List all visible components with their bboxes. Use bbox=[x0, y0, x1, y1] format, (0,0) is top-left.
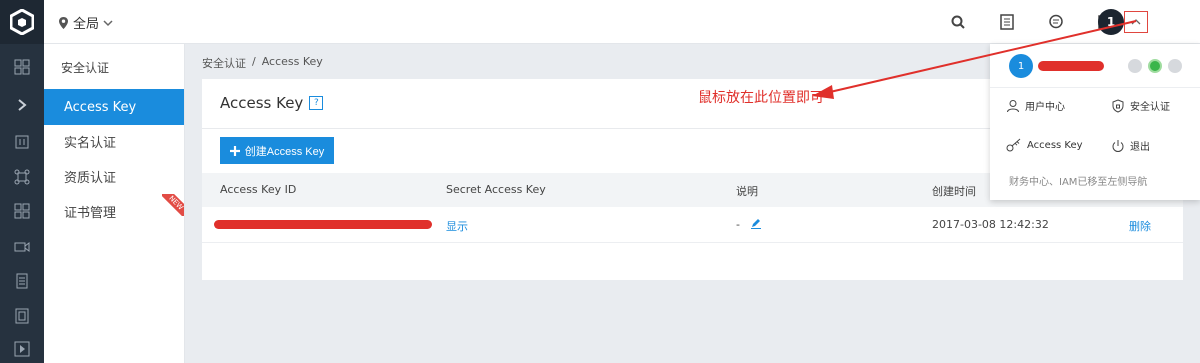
description-value: - bbox=[736, 218, 740, 231]
breadcrumb-current: Access Key bbox=[261, 55, 323, 68]
user-icon bbox=[1007, 99, 1019, 112]
sub-nav: 安全认证 Access Key 实名认证 资质认证 证书管理 NEW bbox=[44, 44, 185, 363]
work-order-icon[interactable] bbox=[996, 11, 1018, 33]
user-center-label: 用户中心 bbox=[1025, 102, 1065, 113]
message-icon[interactable] bbox=[1045, 11, 1067, 33]
access-key-item[interactable]: Access Key bbox=[1006, 138, 1083, 152]
logo-icon[interactable] bbox=[0, 0, 44, 44]
shield-icon bbox=[1112, 98, 1124, 113]
security-item[interactable]: 安全认证 bbox=[1111, 98, 1170, 113]
region-selector[interactable]: 全局 bbox=[58, 13, 113, 32]
user-menu-toggle[interactable] bbox=[1124, 11, 1148, 33]
user-avatar[interactable]: 1 bbox=[1098, 9, 1124, 35]
show-secret-link[interactable]: 显示 bbox=[446, 218, 468, 234]
user-dropdown-menu: 1 用户中心 安全认证 Access Key 退出 财务中心、IAM已移至左侧导… bbox=[990, 44, 1200, 200]
power-icon bbox=[1112, 139, 1124, 152]
user-center-item[interactable]: 用户中心 bbox=[1006, 98, 1065, 113]
email-status-icon[interactable] bbox=[1128, 59, 1142, 73]
top-bar: 全局 1 bbox=[44, 0, 1200, 44]
chevron-up-icon bbox=[1131, 19, 1141, 25]
redacted-username bbox=[1038, 61, 1104, 71]
column-header: Secret Access Key bbox=[446, 183, 546, 196]
create-button-label: 创建Access Key bbox=[244, 145, 325, 158]
region-label: 全局 bbox=[73, 17, 100, 32]
apps-grid-icon[interactable] bbox=[0, 194, 44, 228]
new-badge: NEW bbox=[162, 194, 184, 216]
dropdown-footer-note: 财务中心、IAM已移至左侧导航 bbox=[1009, 177, 1148, 188]
column-header: Access Key ID bbox=[220, 183, 297, 196]
redacted-access-key-id bbox=[214, 220, 432, 229]
table-row: 显示 - 2017-03-08 12:42:32 删除 bbox=[202, 207, 1183, 243]
access-key-label: Access Key bbox=[1027, 139, 1083, 151]
annotation-text: 鼠标放在此位置即可 bbox=[698, 90, 824, 106]
subnav-title: 安全认证 bbox=[61, 61, 110, 75]
breadcrumb-separator: / bbox=[252, 55, 256, 68]
page-title: Access Key ? bbox=[220, 94, 324, 112]
chevron-down-icon bbox=[103, 19, 113, 26]
subnav-item-real-name[interactable]: 实名认证 bbox=[44, 123, 185, 159]
left-nav bbox=[0, 0, 44, 363]
subnav-item-qualification[interactable]: 资质认证 bbox=[44, 158, 185, 194]
logout-label: 退出 bbox=[1130, 142, 1150, 153]
help-icon[interactable]: ? bbox=[309, 96, 324, 110]
breadcrumb: 安全认证 / Access Key bbox=[202, 55, 323, 71]
dropdown-avatar: 1 bbox=[1009, 54, 1033, 78]
building-icon[interactable] bbox=[0, 124, 44, 158]
phone-verified-icon[interactable] bbox=[1148, 59, 1162, 73]
search-icon[interactable] bbox=[947, 11, 969, 33]
card-status-icon[interactable] bbox=[1168, 59, 1182, 73]
dropdown-header: 1 bbox=[990, 44, 1200, 88]
document-icon[interactable] bbox=[0, 264, 44, 298]
play-icon[interactable] bbox=[0, 332, 44, 363]
logout-item[interactable]: 退出 bbox=[1111, 138, 1150, 153]
column-header: 说明 bbox=[736, 185, 758, 198]
video-icon[interactable] bbox=[0, 230, 44, 264]
created-time: 2017-03-08 12:42:32 bbox=[932, 218, 1049, 231]
column-header: 创建时间 bbox=[932, 185, 976, 198]
key-icon bbox=[1006, 138, 1021, 152]
create-access-key-button[interactable]: 创建Access Key bbox=[220, 137, 334, 164]
breadcrumb-parent[interactable]: 安全认证 bbox=[202, 55, 246, 71]
page-title-text: Access Key bbox=[220, 94, 304, 112]
storage-icon[interactable] bbox=[0, 299, 44, 333]
expand-chevron-icon[interactable] bbox=[0, 88, 44, 122]
network-icon[interactable] bbox=[0, 160, 44, 194]
location-pin-icon bbox=[59, 16, 68, 29]
plus-icon bbox=[229, 145, 240, 156]
edit-pencil-icon[interactable] bbox=[750, 217, 762, 232]
subnav-item-access-key[interactable]: Access Key bbox=[44, 89, 184, 125]
dashboard-grid-icon[interactable] bbox=[0, 50, 44, 84]
delete-link[interactable]: 删除 bbox=[1129, 218, 1151, 234]
security-label: 安全认证 bbox=[1130, 102, 1170, 113]
